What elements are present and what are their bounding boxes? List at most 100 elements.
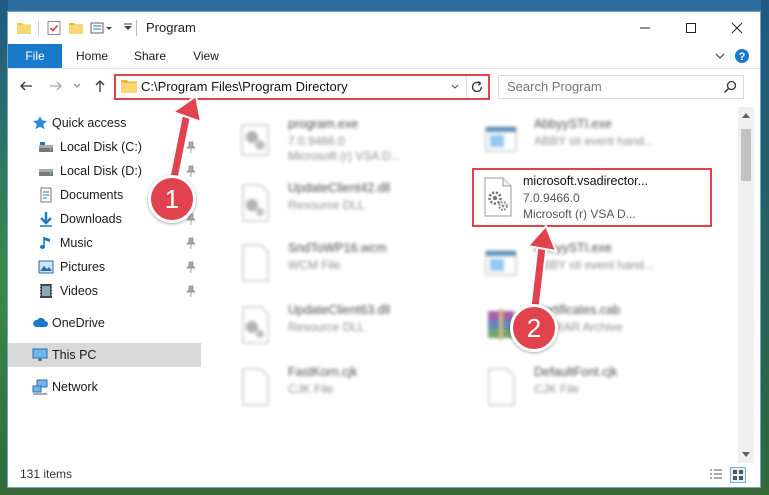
sidebar-item-network[interactable]: Network (8, 375, 201, 399)
sidebar-item-onedrive[interactable]: OneDrive (8, 311, 201, 335)
sidebar-item-label: OneDrive (52, 316, 105, 330)
sidebar-item-quick-access[interactable]: Quick access (8, 111, 201, 135)
dll-file-icon (238, 183, 272, 223)
videos-icon (38, 283, 54, 299)
scroll-down-button[interactable] (738, 447, 754, 463)
minimize-button[interactable] (622, 12, 668, 44)
file-name: SndToWP16.wcm (288, 241, 387, 255)
exe-file-icon (238, 119, 272, 159)
sidebar-item-this-pc[interactable]: This PC (8, 343, 201, 367)
dll-file-icon (482, 177, 514, 217)
refresh-button[interactable] (466, 76, 487, 98)
item-count: 131 items (20, 467, 73, 481)
drive-icon (38, 139, 54, 155)
cloud-icon (32, 315, 48, 331)
sidebar-item-music[interactable]: Music (8, 231, 201, 255)
highlighted-file[interactable]: microsoft.vsadirector... 7.0.9466.0 Micr… (472, 168, 712, 227)
generic-file-icon (238, 243, 272, 283)
forward-button[interactable] (46, 76, 66, 96)
tab-view[interactable]: View (180, 44, 232, 68)
maximize-icon (686, 23, 696, 33)
search-box[interactable] (498, 75, 744, 99)
documents-icon (38, 187, 54, 203)
list-item[interactable]: Certificates.cab WinRAR Archive (464, 297, 704, 349)
arrow-up-icon (95, 80, 105, 92)
pin-icon[interactable] (186, 141, 196, 153)
scrollbar-thumb[interactable] (741, 129, 751, 181)
properties-icon[interactable] (46, 20, 62, 36)
callout-badge-2: 2 (510, 304, 558, 352)
pin-icon[interactable] (186, 237, 196, 249)
large-icons-view-button[interactable] (730, 467, 746, 483)
address-dropdown-button[interactable] (447, 78, 463, 96)
tab-home[interactable]: Home (66, 44, 118, 68)
address-path[interactable]: C:\Program Files\Program Directory (141, 79, 348, 94)
pin-icon[interactable] (186, 165, 196, 177)
close-button[interactable] (714, 12, 760, 44)
list-item[interactable]: UpdateClient42.dll Resource DLL (218, 175, 458, 227)
generic-file-icon (484, 367, 518, 407)
tab-file[interactable]: File (8, 44, 62, 68)
file-type: Resource DLL (288, 198, 365, 212)
chevron-up-icon (742, 113, 750, 118)
file-name: DefaultFont.cjk (534, 365, 618, 379)
window-title: Program (146, 20, 196, 35)
file-name: AbbyySTI.exe (534, 241, 612, 255)
network-icon (32, 379, 48, 395)
file-name: AbbyySTI.exe (534, 117, 612, 131)
tab-share[interactable]: Share (124, 44, 176, 68)
chevron-down-icon (742, 452, 750, 457)
file-type: Resource DLL (288, 320, 365, 334)
minimize-icon (640, 27, 650, 29)
list-item[interactable]: SndToWP16.wcm WCM File (218, 235, 458, 287)
svg-text:?: ? (739, 51, 746, 63)
sidebar-item-label: Quick access (52, 116, 127, 130)
sidebar-item-label: This PC (52, 348, 97, 362)
help-icon: ? (735, 49, 749, 63)
up-button[interactable] (90, 76, 110, 96)
arrow-right-icon (50, 81, 62, 91)
chevron-down-icon (715, 53, 725, 59)
arrow-left-icon (20, 81, 32, 91)
file-list: program.exe 7.0.9466.0 Microsoft (r) VSA… (206, 107, 736, 463)
address-bar[interactable]: C:\Program Files\Program Directory (114, 74, 490, 100)
details-view-icon (710, 469, 722, 479)
sidebar-item-videos[interactable]: Videos (8, 279, 201, 303)
chevron-down-icon (451, 84, 459, 89)
file-type: CJK File (534, 382, 580, 396)
list-item[interactable]: DefaultFont.cjk CJK File (464, 359, 704, 411)
refresh-icon (471, 80, 483, 93)
folder-icon[interactable] (16, 20, 32, 36)
list-item[interactable]: FastKorn.cjk CJK File (218, 359, 458, 411)
help-button[interactable]: ? (734, 48, 750, 64)
back-button[interactable] (16, 76, 36, 96)
maximize-button[interactable] (668, 12, 714, 44)
new-folder-icon[interactable] (68, 20, 84, 36)
search-icon[interactable] (723, 80, 737, 94)
ribbon-tabs: File Home Share View ? (8, 44, 760, 69)
navigation-pane: Quick access Local Disk (C:) Local Disk … (8, 107, 201, 463)
pin-icon[interactable] (186, 285, 196, 297)
list-item[interactable]: program.exe 7.0.9466.0 Microsoft (r) VSA… (218, 111, 458, 163)
customize-toolbar-icon[interactable] (90, 20, 114, 36)
chevron-down-icon[interactable] (120, 20, 136, 36)
title-divider (136, 20, 137, 36)
pictures-icon (38, 259, 54, 275)
toolbar-divider (38, 21, 39, 35)
scroll-up-button[interactable] (738, 107, 754, 123)
list-item[interactable]: AbbyySTI.exe ABBY sti event hand... (464, 111, 704, 163)
pin-icon[interactable] (186, 261, 196, 273)
desktop-background-right (761, 0, 769, 495)
file-name: UpdateClient42.dll (288, 181, 391, 195)
search-input[interactable] (507, 79, 707, 94)
file-name: FastKorn.cjk (288, 365, 358, 379)
details-view-button[interactable] (708, 467, 724, 483)
expand-ribbon-button[interactable] (712, 48, 728, 64)
sidebar-item-pictures[interactable]: Pictures (8, 255, 201, 279)
list-item[interactable]: UpdateClient63.dll Resource DLL (218, 297, 458, 349)
recent-locations-button[interactable] (70, 76, 84, 96)
sidebar-item-local-disk-c[interactable]: Local Disk (C:) (8, 135, 201, 159)
list-item[interactable]: AbbyySTI.exe ABBY sti event hand... (464, 235, 704, 287)
vertical-scrollbar[interactable] (738, 107, 754, 463)
navigation-bar: C:\Program Files\Program Directory (8, 69, 760, 103)
